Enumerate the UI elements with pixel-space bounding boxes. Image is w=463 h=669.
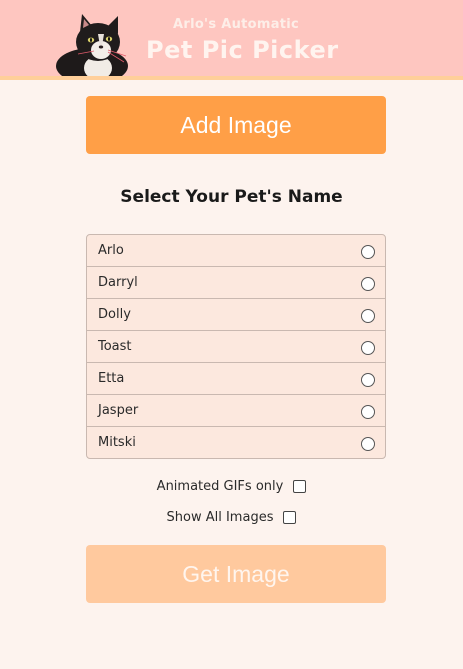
pet-option-label: Etta — [98, 371, 125, 386]
add-image-button[interactable]: Add Image — [86, 96, 386, 154]
pet-option-dolly[interactable]: Dolly — [87, 298, 385, 330]
app-title: Pet Pic Picker — [146, 36, 339, 64]
pet-option-label: Toast — [98, 339, 132, 354]
radio-button[interactable] — [361, 277, 375, 291]
radio-button[interactable] — [361, 341, 375, 355]
show-all-checkbox[interactable] — [283, 511, 297, 524]
radio-button[interactable] — [361, 373, 375, 387]
cat-logo-icon — [56, 14, 128, 76]
gif-only-option: Animated GIFs only — [0, 479, 463, 494]
pet-option-label: Mitski — [98, 435, 136, 450]
pet-option-label: Arlo — [98, 243, 124, 258]
radio-button[interactable] — [361, 437, 375, 451]
pet-option-jasper[interactable]: Jasper — [87, 394, 385, 426]
pet-option-darryl[interactable]: Darryl — [87, 266, 385, 298]
pet-option-label: Dolly — [98, 307, 131, 322]
pet-option-arlo[interactable]: Arlo — [87, 235, 385, 266]
pet-option-etta[interactable]: Etta — [87, 362, 385, 394]
app-subtitle: Arlo's Automatic — [173, 17, 300, 32]
pet-select-heading: Select Your Pet's Name — [120, 187, 343, 207]
pet-option-label: Darryl — [98, 275, 138, 290]
pet-option-label: Jasper — [98, 403, 139, 418]
get-image-button[interactable]: Get Image — [86, 545, 386, 603]
pet-radio-list: Arlo Darryl Dolly Toast Etta Jasper Mits… — [86, 234, 386, 459]
pet-option-toast[interactable]: Toast — [87, 330, 385, 362]
gif-only-checkbox[interactable] — [293, 480, 307, 493]
app-header: Arlo's Automatic Pet Pic Picker — [0, 0, 463, 80]
pet-option-mitski[interactable]: Mitski — [87, 426, 385, 458]
show-all-label: Show All Images — [166, 510, 274, 525]
radio-button[interactable] — [361, 405, 375, 419]
gif-only-label: Animated GIFs only — [156, 479, 284, 494]
show-all-option: Show All Images — [0, 510, 463, 525]
radio-button[interactable] — [361, 309, 375, 323]
radio-button[interactable] — [361, 245, 375, 259]
